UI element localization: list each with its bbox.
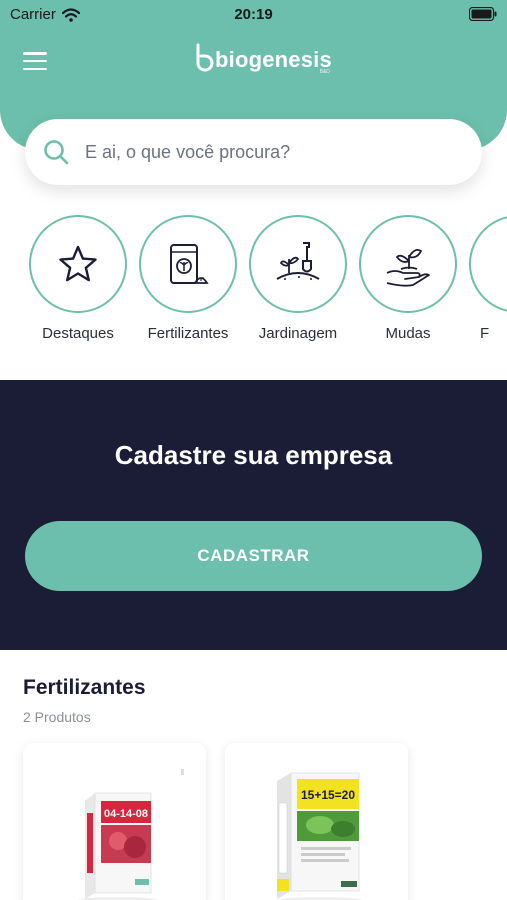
search-icon: [44, 140, 69, 165]
star-icon: [59, 245, 97, 282]
category-mudas[interactable]: Mudas: [353, 215, 463, 342]
category-fertilizantes[interactable]: Fertilizantes: [133, 215, 243, 342]
category-destaques[interactable]: Destaques: [23, 215, 133, 342]
category-label: F: [480, 325, 490, 342]
category-carousel[interactable]: Destaques Fertilizantes Jardinagem Mudas…: [0, 215, 507, 355]
logo-text: biogenesis: [215, 47, 332, 72]
banner-title: Cadastre sua empresa: [114, 440, 393, 470]
logo: biogenesis B&D: [192, 43, 332, 75]
status-bar: Carrier 20:19: [0, 0, 507, 30]
category-label: Jardinagem: [258, 325, 338, 342]
category-label: Mudas: [385, 325, 431, 342]
battery-icon: [469, 7, 497, 21]
product-image: 04-14-08: [77, 769, 185, 900]
product-card[interactable]: 04-14-08: [23, 743, 206, 900]
partial-icon: [469, 215, 507, 313]
category-jardinagem[interactable]: Jardinagem: [243, 215, 353, 342]
product-label: 04-14-08: [104, 808, 148, 820]
hamburger-icon: [23, 52, 47, 55]
status-time: 20:19: [234, 6, 273, 23]
search-bar[interactable]: [25, 119, 482, 185]
section-title: Fertilizantes: [23, 676, 146, 699]
seedling-hand-icon: [386, 248, 430, 287]
register-banner: Cadastre sua empresa CADASTRAR: [0, 380, 507, 650]
product-card[interactable]: 15+15=20: [225, 743, 408, 900]
category-label: Fertilizantes: [147, 325, 229, 342]
category-label: Destaques: [42, 325, 114, 342]
product-image: 15+15=20: [277, 772, 363, 900]
fertilizer-bag-icon: [170, 244, 209, 284]
register-button[interactable]: CADASTRAR: [25, 521, 482, 591]
logo-mark-icon: [196, 43, 214, 72]
search-input[interactable]: [85, 141, 465, 163]
product-label: 15+15=20: [301, 788, 355, 802]
category-partial[interactable]: F: [463, 215, 507, 342]
product-count: 2 Produtos: [23, 709, 91, 725]
shovel-plant-icon: [276, 242, 320, 280]
menu-button[interactable]: [23, 52, 47, 70]
logo-subtext: B&D: [319, 69, 330, 75]
